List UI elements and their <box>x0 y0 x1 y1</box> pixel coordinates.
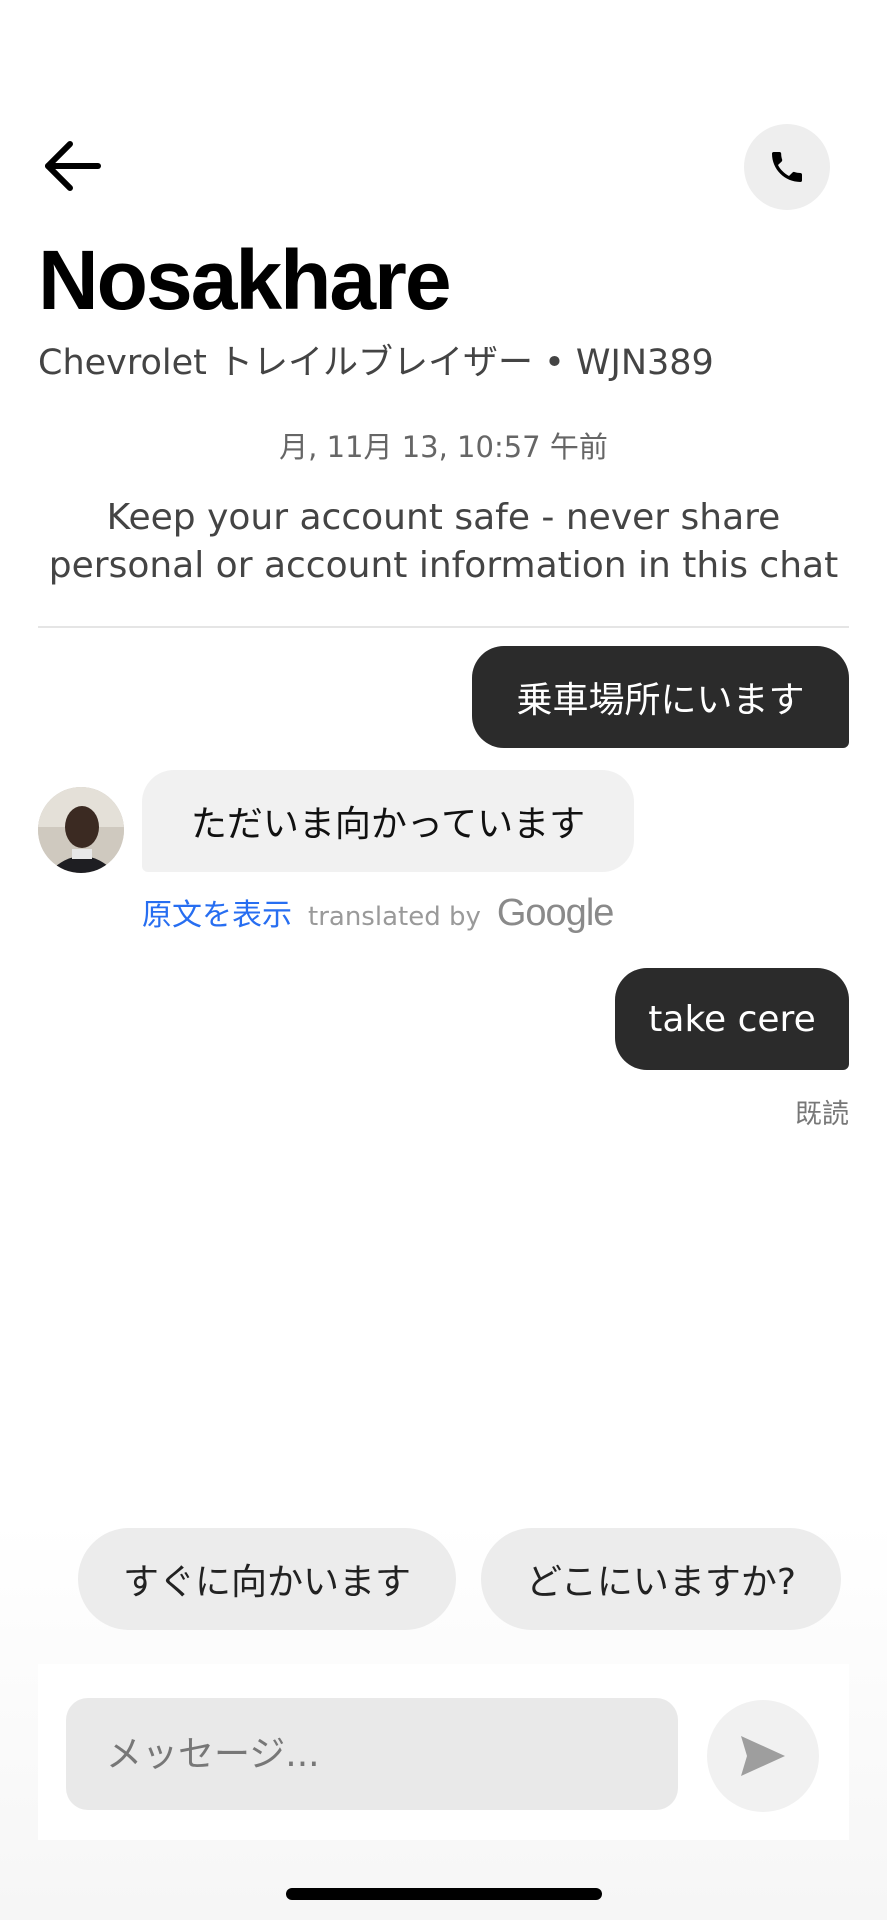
message-input[interactable] <box>66 1698 678 1810</box>
outgoing-message[interactable]: 乗車場所にいます <box>472 646 849 748</box>
outgoing-message[interactable]: take cere <box>615 968 849 1070</box>
home-indicator <box>286 1888 602 1900</box>
incoming-message[interactable]: ただいま向かっています <box>142 770 634 872</box>
message-text: ただいま向かっています <box>190 804 586 845</box>
vehicle-info: Chevrolet トレイルブレイザー • WJN389 <box>38 343 714 383</box>
divider <box>38 626 849 628</box>
call-button[interactable] <box>744 124 830 210</box>
translated-by-label: translated by <box>308 902 481 932</box>
send-arrow-icon <box>741 1736 785 1776</box>
quick-reply-label: どこにいますか? <box>525 1562 797 1603</box>
show-original-link[interactable]: 原文を表示 <box>142 890 292 934</box>
quick-reply-button[interactable]: どこにいますか? <box>481 1528 841 1630</box>
driver-avatar <box>38 787 124 873</box>
message-text: take cere <box>648 998 816 1040</box>
driver-name: Nosakhare <box>38 233 452 327</box>
back-button[interactable] <box>40 136 110 196</box>
google-logo: Google <box>496 892 615 934</box>
arrow-left-icon <box>45 141 101 191</box>
chat-screen: Nosakhare Chevrolet トレイルブレイザー • WJN389 月… <box>0 0 887 1920</box>
safety-notice: Keep your account safe - never share per… <box>48 497 839 586</box>
send-button[interactable] <box>707 1700 819 1812</box>
phone-icon <box>772 152 802 182</box>
translation-row: 原文を表示 translated by Google <box>142 890 615 936</box>
driver-photo <box>38 787 124 873</box>
quick-reply-button[interactable]: すぐに向かいます <box>78 1528 456 1630</box>
quick-reply-label: すぐに向かいます <box>122 1562 411 1603</box>
read-receipt: 既読 <box>795 1099 849 1130</box>
chat-timestamp: 月, 11月 13, 10:57 午前 <box>279 430 608 464</box>
message-text: 乗車場所にいます <box>516 680 805 721</box>
